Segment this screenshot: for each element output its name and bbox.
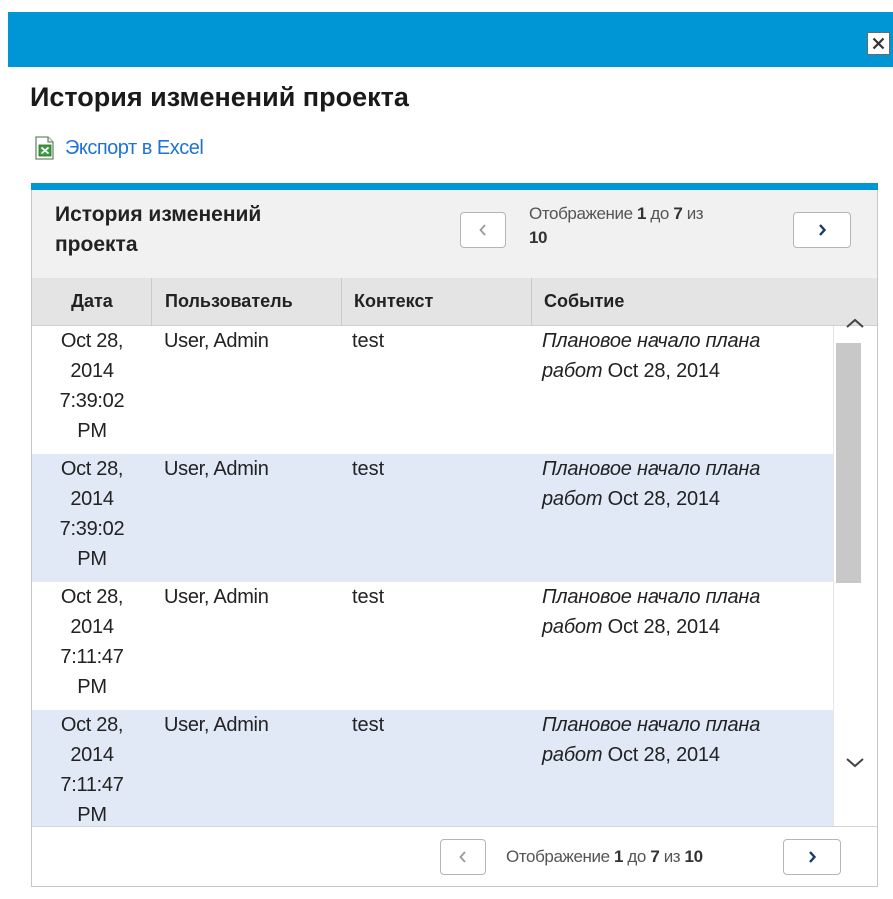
cell-event: Плановое начало плана работ Oct 28, 2014 — [542, 714, 761, 766]
close-icon — [872, 37, 885, 50]
prev-page-button-top[interactable] — [460, 212, 506, 248]
table-row[interactable]: Oct 28, 2014 7:11:47 PM User, Admin test Пл… — [32, 710, 833, 826]
export-excel-link[interactable]: Экспорт в Excel — [33, 136, 204, 160]
cell-context: test — [352, 714, 385, 736]
scroll-up-button[interactable] — [833, 308, 877, 338]
pager-total: 10 — [529, 228, 548, 247]
excel-icon — [35, 136, 54, 160]
chevron-right-icon — [819, 224, 827, 236]
pager-status-bottom: Отображение 1 до 7 из 10 — [506, 845, 796, 869]
chevron-left-icon — [479, 224, 486, 236]
cell-user: User, Admin — [164, 458, 269, 480]
scrollbar-thumb[interactable] — [836, 343, 861, 583]
table-row[interactable]: Oct 28, 2014 7:11:47 PM User, Admin test Пл… — [32, 582, 833, 710]
dialog-title: История изменений проекта — [30, 82, 409, 112]
chevron-up-icon — [846, 318, 864, 328]
prev-page-button-bottom[interactable] — [440, 839, 486, 875]
column-header-date[interactable]: Дата — [32, 278, 152, 326]
cell-date: Oct 28, 2014 7:39:02 PM — [59, 458, 125, 570]
scroll-down-button[interactable] — [833, 748, 877, 778]
table-row[interactable]: Oct 28, 2014 7:39:02 PM User, Admin test Пл… — [32, 454, 833, 582]
panel-header: История изменений проекта Отображение 1 … — [32, 190, 877, 278]
pager-middle: до — [646, 204, 674, 223]
pager-prefix: Отображение — [506, 847, 615, 866]
export-link-label: Экспорт в Excel — [65, 136, 204, 159]
pager-middle: до — [623, 847, 651, 866]
cell-event: Плановое начало плана работ Oct 28, 2014 — [542, 586, 761, 638]
dialog-titlebar — [8, 12, 893, 67]
cell-date: Oct 28, 2014 7:11:47 PM — [60, 586, 124, 698]
cell-event: Плановое начало плана работ Oct 28, 2014 — [542, 330, 761, 382]
chevron-left-icon — [459, 851, 466, 863]
column-header-event[interactable]: Событие — [532, 278, 833, 326]
cell-context: test — [352, 458, 385, 480]
pager-of: из — [682, 204, 704, 223]
cell-date: Oct 28, 2014 7:39:02 PM — [59, 330, 125, 442]
pager-total: 10 — [684, 847, 704, 866]
close-button[interactable] — [867, 32, 890, 55]
cell-user: User, Admin — [164, 330, 269, 352]
pager-prefix: Отображение — [529, 204, 638, 223]
panel-footer: Отображение 1 до 7 из 10 — [32, 826, 877, 886]
cell-date: Oct 28, 2014 7:11:47 PM — [60, 714, 124, 826]
pager-from: 1 — [637, 204, 647, 223]
chevron-down-icon — [846, 758, 864, 768]
column-header-user[interactable]: Пользователь — [152, 278, 342, 326]
pager-of: из — [659, 847, 685, 866]
cell-context: test — [352, 330, 385, 352]
cell-user: User, Admin — [164, 714, 269, 736]
next-page-button-top[interactable] — [793, 212, 851, 248]
next-page-button-bottom[interactable] — [783, 839, 841, 875]
panel-accent-bar — [31, 183, 878, 190]
cell-context: test — [352, 586, 385, 608]
panel-title: История изменений проекта — [55, 203, 262, 256]
pager-from: 1 — [614, 847, 624, 866]
cell-user: User, Admin — [164, 586, 269, 608]
column-header-context[interactable]: Контекст — [342, 278, 532, 326]
pager-status-top: Отображение 1 до 7 из 10 — [529, 202, 779, 250]
table-row[interactable]: Oct 28, 2014 7:39:02 PM User, Admin test Пл… — [32, 326, 833, 454]
history-panel: История изменений проекта Отображение 1 … — [31, 183, 878, 887]
chevron-right-icon — [809, 851, 817, 863]
history-table: Дата Пользователь Контекст Событие Oct 2… — [32, 278, 877, 826]
cell-event: Плановое начало плана работ Oct 28, 2014 — [542, 458, 761, 510]
